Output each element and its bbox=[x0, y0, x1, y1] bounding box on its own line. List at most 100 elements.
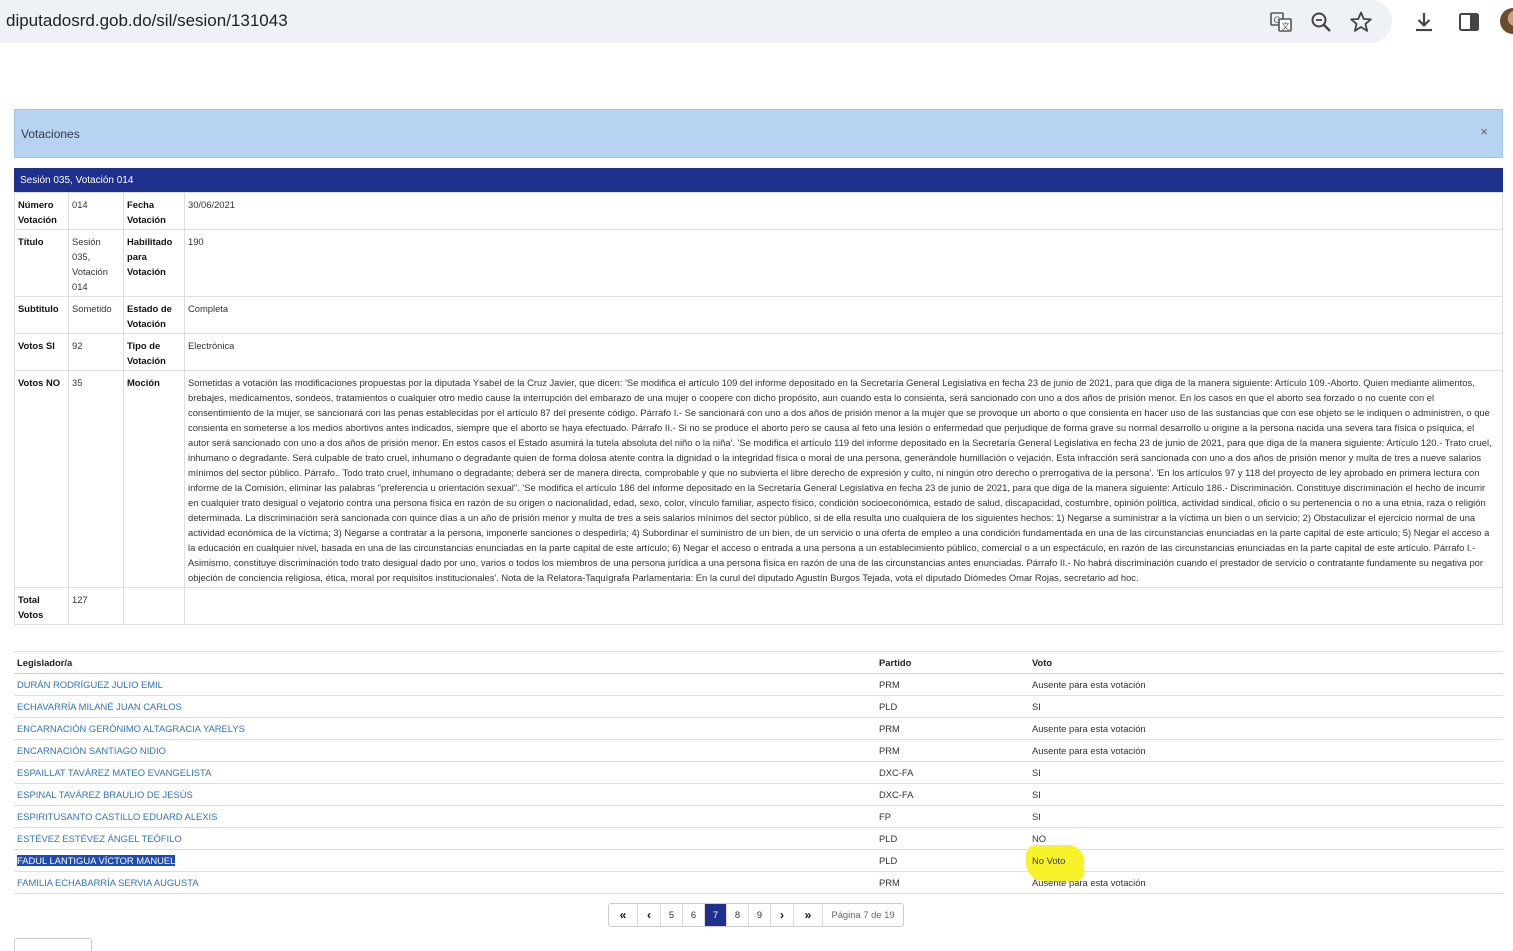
last-page-button[interactable]: » bbox=[794, 904, 823, 926]
mocion-label: Moción bbox=[123, 370, 185, 588]
table-row: DURÁN RODRÍGUEZ JULIO EMIL PRM Ausente p… bbox=[14, 673, 1503, 696]
address-bar[interactable]: diputadosrd.gob.do/sil/sesion/131043 G文 bbox=[0, 0, 1392, 43]
legislator-link[interactable]: ESPAILLAT TAVÁREZ MATEO EVANGELISTA bbox=[17, 767, 211, 778]
zoom-icon[interactable] bbox=[1309, 10, 1333, 34]
vote-cell: NO bbox=[1029, 827, 1503, 850]
empty-cell bbox=[184, 587, 1503, 625]
votos-no-label: Votos NO bbox=[14, 370, 69, 588]
url-text[interactable]: diputadosrd.gob.do/sil/sesion/131043 bbox=[6, 11, 288, 31]
estado-label: Estado de Votación bbox=[123, 296, 185, 334]
download-icon[interactable] bbox=[1411, 9, 1437, 35]
table-row: ECHAVARRÍA MILANÉ JUAN CARLOS PLD SI bbox=[14, 695, 1503, 718]
page-button[interactable]: 6 bbox=[683, 904, 705, 926]
vote-value: No Voto bbox=[1032, 855, 1066, 866]
bookmark-star-icon[interactable] bbox=[1349, 10, 1373, 34]
numero-label: Número Votación bbox=[14, 192, 69, 230]
subtitulo-value: Sometido bbox=[68, 296, 124, 334]
legislator-link-selected[interactable]: FADUL LANTIGUA VÍCTOR MANUEL bbox=[17, 855, 176, 866]
vote-cell: SI bbox=[1029, 783, 1503, 806]
vote-cell: SI bbox=[1029, 695, 1503, 718]
page-info: Página 7 de 19 bbox=[831, 909, 895, 920]
highlight-mark: No Voto bbox=[1032, 855, 1065, 866]
svg-text:文: 文 bbox=[1282, 21, 1290, 31]
vote-info-table: Número Votación 014 Fecha Votación 30/06… bbox=[14, 192, 1503, 625]
numero-value: 014 bbox=[68, 192, 124, 230]
first-page-button[interactable]: « bbox=[609, 904, 638, 926]
vote-cell: Ausente para esta votación bbox=[1029, 871, 1503, 894]
column-header-voto[interactable]: Voto bbox=[1029, 651, 1503, 674]
next-page-button[interactable]: › bbox=[771, 904, 794, 926]
info-row: Votos NO 35 Moción Sometidas a votación … bbox=[14, 370, 1503, 588]
votos-si-value: 92 bbox=[68, 333, 124, 371]
party-cell: DXC-FA bbox=[876, 783, 1029, 806]
legislators-vote-table: Legislador/a Partido Voto DURÁN RODRÍGUE… bbox=[14, 651, 1503, 894]
profile-avatar[interactable] bbox=[1500, 8, 1513, 34]
total-label: Total Votos bbox=[14, 587, 69, 625]
party-cell: PRM bbox=[876, 871, 1029, 894]
page-button[interactable]: 9 bbox=[749, 904, 771, 926]
table-row: ESPIRITUSANTO CASTILLO EDUARD ALEXIS FP … bbox=[14, 805, 1503, 828]
table-row: ESTÉVEZ ESTÉVEZ ÁNGEL TEÓFILO PLD NO bbox=[14, 827, 1503, 850]
habilitado-value: 190 bbox=[184, 229, 1503, 297]
vote-cell: SI bbox=[1029, 805, 1503, 828]
party-cell: PRM bbox=[876, 673, 1029, 696]
info-row: Subtitulo Sometido Estado de Votación Co… bbox=[14, 296, 1503, 334]
session-band: Sesión 035, Votación 014 bbox=[14, 168, 1503, 192]
panel-title: Votaciones bbox=[21, 127, 80, 141]
party-cell: PLD bbox=[876, 695, 1029, 718]
legislator-link[interactable]: ESPINAL TAVÁREZ BRAULIO DE JESÚS bbox=[17, 789, 193, 800]
party-cell: PLD bbox=[876, 849, 1029, 872]
vote-cell-highlighted: No Voto bbox=[1029, 849, 1503, 872]
titulo-label: Título bbox=[14, 229, 69, 297]
column-header-legislador[interactable]: Legislador/a bbox=[14, 651, 876, 674]
legislator-link[interactable]: ENCARNACIÓN SANTIAGO NIDIO bbox=[17, 745, 166, 756]
bottom-partial-control bbox=[14, 938, 92, 951]
estado-value: Completa bbox=[184, 296, 1503, 334]
habilitado-label: Habilitado para Votación bbox=[123, 229, 185, 297]
info-row: Votos SI 92 Tipo de Votación Electrónica bbox=[14, 333, 1503, 371]
page-button[interactable]: 5 bbox=[661, 904, 683, 926]
browser-toolbar: diputadosrd.gob.do/sil/sesion/131043 G文 bbox=[0, 0, 1513, 43]
legislator-link[interactable]: ENCARNACIÓN GERÓNIMO ALTAGRACIA YARELYS bbox=[17, 723, 245, 734]
party-cell: DXC-FA bbox=[876, 761, 1029, 784]
tipo-value: Electrónica bbox=[184, 333, 1503, 371]
page-button[interactable]: 8 bbox=[727, 904, 749, 926]
party-cell: PRM bbox=[876, 717, 1029, 740]
total-value: 127 bbox=[68, 587, 124, 625]
titulo-value: Sesión 035, Votación 014 bbox=[68, 229, 124, 297]
legislator-link[interactable]: DURÁN RODRÍGUEZ JULIO EMIL bbox=[17, 679, 163, 690]
tipo-label: Tipo de Votación bbox=[123, 333, 185, 371]
close-icon[interactable]: × bbox=[1480, 124, 1488, 139]
table-row: ENCARNACIÓN GERÓNIMO ALTAGRACIA YARELYS … bbox=[14, 717, 1503, 740]
party-cell: FP bbox=[876, 805, 1029, 828]
session-title: Sesión 035, Votación 014 bbox=[20, 175, 134, 186]
info-row: Título Sesión 035, Votación 014 Habilita… bbox=[14, 229, 1503, 297]
vote-cell: Ausente para esta votación bbox=[1029, 717, 1503, 740]
empty-cell bbox=[123, 587, 185, 625]
legislator-link[interactable]: ESTÉVEZ ESTÉVEZ ÁNGEL TEÓFILO bbox=[17, 833, 182, 844]
votos-si-label: Votos SI bbox=[14, 333, 69, 371]
legislator-link[interactable]: ESPIRITUSANTO CASTILLO EDUARD ALEXIS bbox=[17, 811, 217, 822]
fecha-value: 30/06/2021 bbox=[184, 192, 1503, 230]
party-cell: PLD bbox=[876, 827, 1029, 850]
votos-no-value: 35 bbox=[68, 370, 124, 588]
info-row: Total Votos 127 bbox=[14, 587, 1503, 625]
info-row: Número Votación 014 Fecha Votación 30/06… bbox=[14, 192, 1503, 230]
vote-cell: Ausente para esta votación bbox=[1029, 739, 1503, 762]
table-row: FAMILIA ECHABARRÍA SERVIA AUGUSTA PRM Au… bbox=[14, 871, 1503, 894]
legislator-link[interactable]: FAMILIA ECHABARRÍA SERVIA AUGUSTA bbox=[17, 877, 198, 888]
party-cell: PRM bbox=[876, 739, 1029, 762]
fecha-label: Fecha Votación bbox=[123, 192, 185, 230]
table-header-row: Legislador/a Partido Voto bbox=[14, 651, 1503, 674]
table-row: ESPAILLAT TAVÁREZ MATEO EVANGELISTA DXC-… bbox=[14, 761, 1503, 784]
subtitulo-label: Subtitulo bbox=[14, 296, 69, 334]
column-header-partido[interactable]: Partido bbox=[876, 651, 1029, 674]
prev-page-button[interactable]: ‹ bbox=[638, 904, 661, 926]
translate-icon[interactable]: G文 bbox=[1269, 10, 1293, 34]
side-panel-icon[interactable] bbox=[1456, 9, 1482, 35]
vote-cell: SI bbox=[1029, 761, 1503, 784]
page-button-current[interactable]: 7 bbox=[705, 904, 727, 926]
votaciones-panel-header: Votaciones × bbox=[14, 109, 1503, 158]
table-row: ENCARNACIÓN SANTIAGO NIDIO PRM Ausente p… bbox=[14, 739, 1503, 762]
legislator-link[interactable]: ECHAVARRÍA MILANÉ JUAN CARLOS bbox=[17, 701, 182, 712]
